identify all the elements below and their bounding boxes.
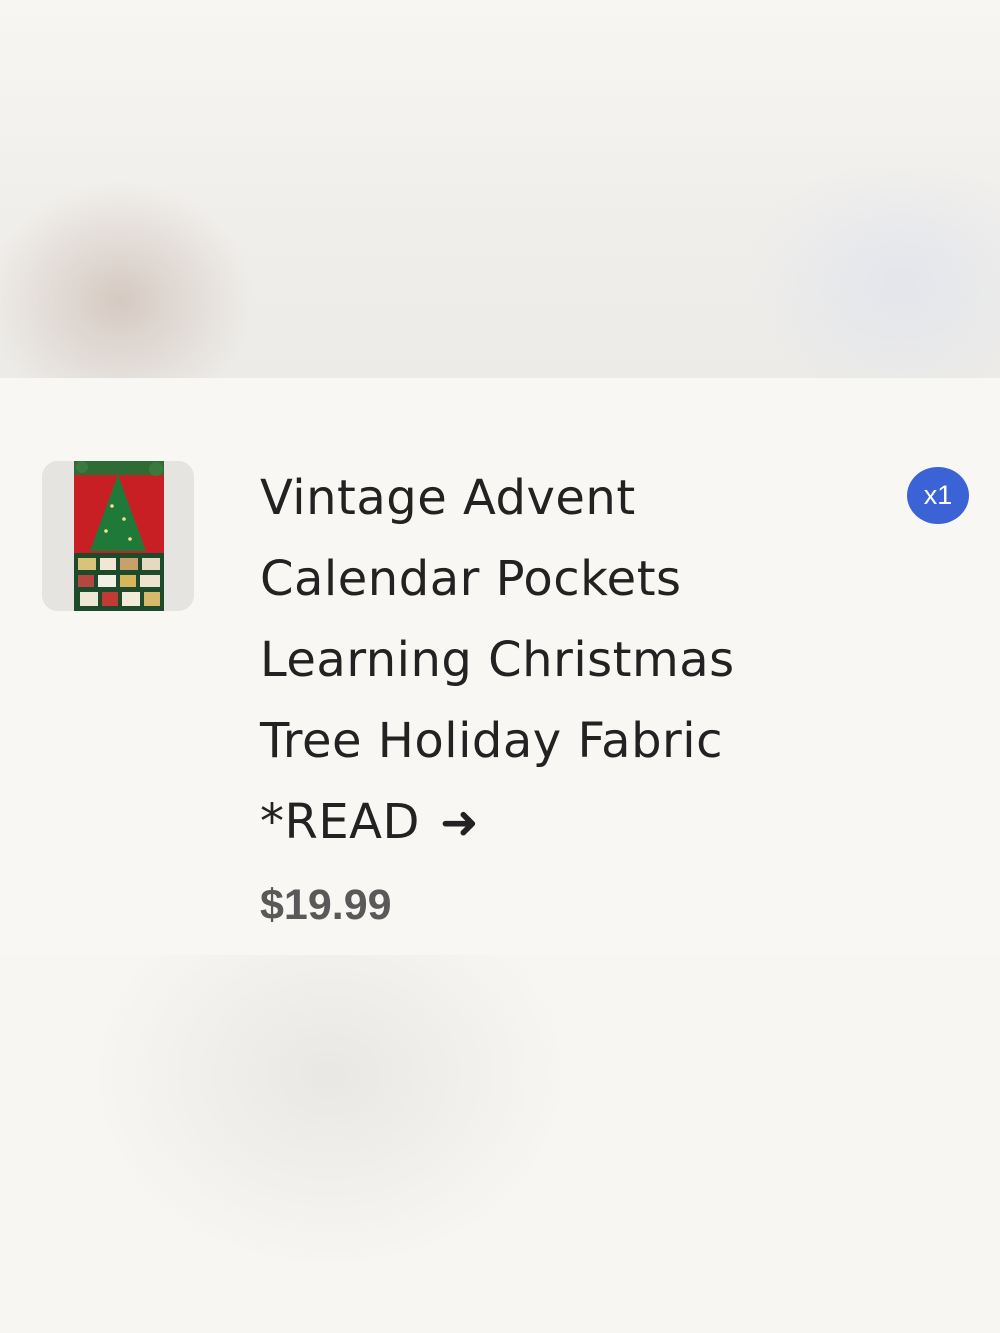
- arrow-right-icon: ➜: [439, 795, 480, 849]
- quantity-badge: x1: [907, 467, 969, 524]
- product-title[interactable]: Vintage Advent Calendar Pockets Learning…: [260, 458, 820, 863]
- advent-calendar-image: [42, 461, 194, 611]
- product-title-text: Vintage Advent Calendar Pockets Learning…: [260, 470, 735, 850]
- product-card[interactable]: Vintage Advent Calendar Pockets Learning…: [0, 378, 1000, 955]
- blurred-background-top: [0, 0, 1000, 378]
- product-price: $19.99: [260, 881, 392, 929]
- product-thumbnail[interactable]: [42, 461, 194, 611]
- blurred-background-bottom: [0, 955, 1000, 1333]
